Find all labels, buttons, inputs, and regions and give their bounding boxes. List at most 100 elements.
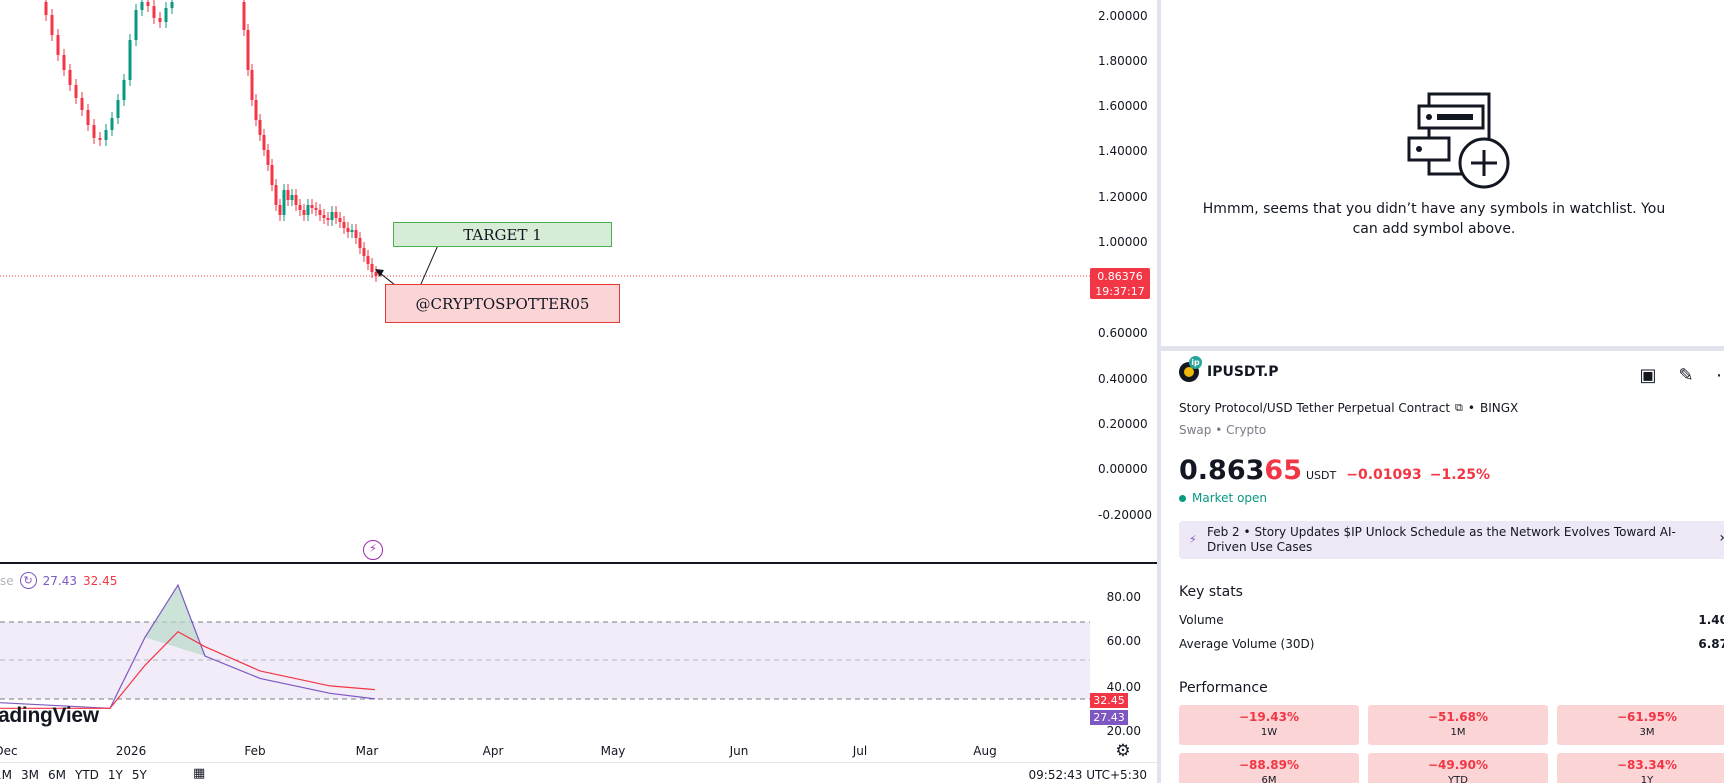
key-stats-title[interactable]: Key stats <box>1179 584 1243 600</box>
edit-icon[interactable]: ✎ <box>1675 365 1697 387</box>
oscillator-chart[interactable] <box>0 564 1157 734</box>
time-axis-label: 2026 <box>115 744 147 758</box>
candle-body <box>298 205 302 210</box>
chevron-right-icon[interactable]: › <box>1719 531 1724 546</box>
candle-body <box>282 190 286 215</box>
performance-cell[interactable]: −49.90% YTD <box>1368 753 1548 783</box>
range-button[interactable]: 1Y <box>108 768 123 782</box>
candle-body <box>86 110 90 125</box>
performance-cell[interactable]: −61.95% 3M <box>1557 705 1724 745</box>
performance-period: 1M <box>1450 727 1466 738</box>
stat-average-volume: Average Volume (30D) 6.87 <box>1179 637 1724 651</box>
calendar-icon[interactable]: ▦ <box>193 766 205 781</box>
oscillator-tag-2: 27.43 <box>1090 710 1128 725</box>
price-axis-label: 0.20000 <box>1098 417 1148 431</box>
stat-average-volume-label: Average Volume (30D) <box>1179 637 1315 651</box>
stat-average-volume-value: 6.87 <box>1698 637 1724 651</box>
candle-body <box>164 8 168 22</box>
candle-body <box>140 2 144 10</box>
target-annotation[interactable]: TARGET 1 <box>393 222 612 247</box>
candle-body <box>80 98 84 110</box>
symbol-separator: • <box>1467 401 1475 415</box>
market-status: Market open <box>1179 491 1267 505</box>
more-icon[interactable]: ⋯ <box>1714 365 1724 387</box>
performance-cell[interactable]: −51.68% 1M <box>1368 705 1548 745</box>
candle-body <box>128 40 132 80</box>
range-button[interactable]: 3M <box>21 768 39 782</box>
news-bolt-icon: ⚡ <box>1189 533 1197 546</box>
bottom-toolbar: 1M 3M 6M YTD 1Y 5Y ▦ 09:52:43 UTC+5:30 <box>0 762 1157 783</box>
target-label: TARGET 1 <box>463 225 542 244</box>
main-price-chart[interactable] <box>0 0 1157 563</box>
chart-pane[interactable]: 2.00000 1.80000 1.60000 1.40000 1.20000 1.000… <box>0 0 1157 783</box>
news-card[interactable]: ⚡ Feb 2 • Story Updates $IP Unlock Sched… <box>1179 521 1724 559</box>
gear-icon[interactable]: ⚙ <box>1113 741 1133 761</box>
candle-body <box>246 30 250 70</box>
time-axis-label: Jun <box>729 744 749 758</box>
price-axis-label: -0.20000 <box>1098 508 1152 522</box>
candle-body <box>134 10 138 40</box>
price-axis-label: 2.00000 <box>1098 9 1148 23</box>
symbol-header[interactable]: ip IPUSDT.P <box>1179 356 1279 382</box>
candle-body <box>302 210 306 215</box>
refresh-icon[interactable]: ↻ <box>19 572 37 589</box>
price-axis-label: 1.60000 <box>1098 99 1148 113</box>
range-button[interactable]: YTD <box>75 768 99 782</box>
candle-body <box>50 15 54 35</box>
candle-body <box>294 195 298 205</box>
candle-body <box>374 272 378 276</box>
performance-cell[interactable]: −83.34% 1Y <box>1557 753 1724 783</box>
events-bolt-icon[interactable]: ⚡ <box>363 540 383 560</box>
candle-body <box>362 248 366 256</box>
price-axis-label: 1.20000 <box>1098 190 1148 204</box>
candle-body <box>306 205 310 215</box>
candle-body <box>44 2 48 15</box>
symbol-exchange[interactable]: BINGX <box>1480 401 1518 415</box>
candle-body <box>68 70 72 85</box>
range-button[interactable]: 6M <box>48 768 66 782</box>
time-axis-label: Aug <box>973 744 997 758</box>
range-button[interactable]: 1M <box>0 768 12 782</box>
candle-body <box>258 120 262 135</box>
current-price-value: 0.86376 <box>1097 270 1143 283</box>
candle-body <box>342 222 346 228</box>
price-unit: USDT <box>1305 469 1337 482</box>
candle-body <box>334 212 338 218</box>
candle-body <box>266 150 270 165</box>
symbol-details: ip IPUSDT.P ▣ ✎ ⋯ Story Protocol/USD Tet… <box>1161 351 1724 783</box>
external-link-icon[interactable]: ⧉ <box>1455 401 1463 415</box>
status-dot-icon <box>1179 494 1186 502</box>
symbol-logo-badge: ip <box>1189 356 1202 369</box>
time-axis[interactable]: Dec 2026 Feb Mar Apr May Jun Jul Aug <box>0 740 1157 762</box>
performance-cell[interactable]: −19.43% 1W <box>1179 705 1359 745</box>
oscillator-legend[interactable]: se ↻ 27.43 32.45 <box>0 572 117 589</box>
news-separator: • <box>1243 525 1251 539</box>
performance-period: YTD <box>1448 775 1468 783</box>
oscillator-axis-label: 20.00 <box>1106 724 1141 738</box>
candle-body <box>354 230 358 238</box>
symbol-description[interactable]: Story Protocol/USD Tether Perpetual Cont… <box>1179 401 1450 415</box>
price-axis-label: 0.60000 <box>1098 326 1148 340</box>
candle-body <box>358 238 362 248</box>
candle-body <box>152 6 156 18</box>
symbol-ticker[interactable]: IPUSDT.P <box>1207 364 1279 380</box>
symbol-logo: ip <box>1179 356 1202 382</box>
price-row: 0.863 65 USDT −0.01093 −1.25% <box>1179 455 1490 486</box>
grid-icon[interactable]: ▣ <box>1637 365 1659 387</box>
candle-body <box>74 85 78 98</box>
handle-annotation[interactable]: @CRYPTOSPOTTER05 <box>385 284 620 323</box>
performance-title[interactable]: Performance <box>1179 680 1268 696</box>
range-button[interactable]: 5Y <box>132 768 147 782</box>
price-axis-label: 0.00000 <box>1098 462 1148 476</box>
price-axis-label: 1.80000 <box>1098 54 1148 68</box>
performance-cell[interactable]: −88.89% 6M <box>1179 753 1359 783</box>
candle-body <box>242 2 246 30</box>
candle-body <box>270 165 274 185</box>
candle-body <box>116 100 120 118</box>
clock-readout[interactable]: 09:52:43 UTC+5:30 <box>1029 768 1148 782</box>
oscillator-value-2: 32.45 <box>83 573 118 588</box>
watchlist-empty-message: Hmmm, seems that you didn’t have any sym… <box>1202 201 1666 237</box>
candle-body <box>318 210 322 215</box>
candle-body <box>56 35 60 55</box>
performance-value: −88.89% <box>1238 758 1300 772</box>
